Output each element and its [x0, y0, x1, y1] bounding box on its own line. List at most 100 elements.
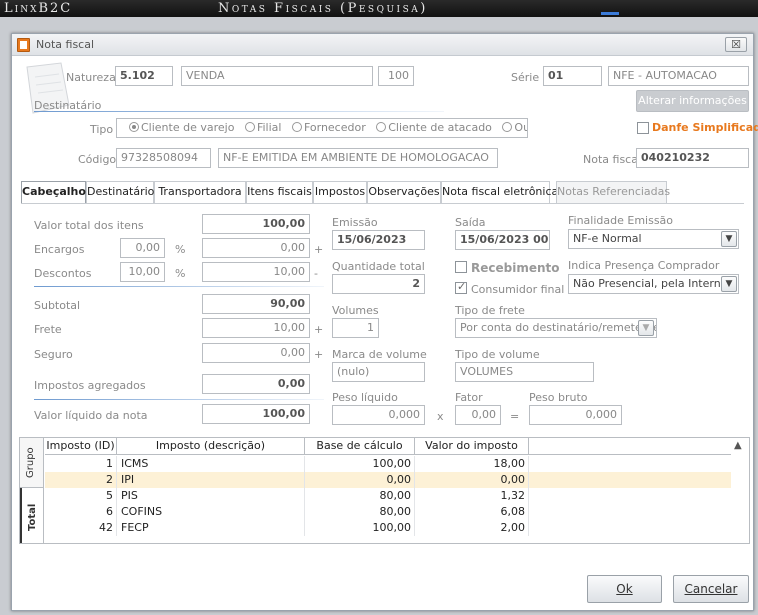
encargos-field[interactable]: 0,00 [202, 238, 310, 258]
cell-desc: ICMS [121, 456, 305, 472]
tipo-radio-fornecedor[interactable]: Fornecedor [291, 121, 366, 134]
encargos-pct-field[interactable]: 0,00 [120, 238, 165, 258]
radio-icon [376, 122, 387, 132]
subtotal-divider [34, 286, 324, 287]
header-imposto-id[interactable]: Imposto (ID) [45, 438, 117, 455]
equals-symbol: = [510, 410, 520, 423]
tab-transportadora[interactable]: Transportadora [154, 181, 246, 203]
seguro-field[interactable]: 0,00 [202, 343, 310, 363]
cell-base: 0,00 [305, 472, 415, 488]
emissao-field[interactable]: 15/06/2023 [332, 230, 425, 250]
tipo-radio-outro[interactable]: Outro [502, 121, 527, 134]
subtotal-field[interactable]: 90,00 [202, 294, 310, 314]
tipo-volume-label: Tipo de volume [455, 348, 540, 361]
tab-divider [21, 203, 744, 204]
tipo-radio-filial[interactable]: Filial [244, 121, 281, 134]
close-button[interactable]: ☒ [725, 37, 747, 52]
tab-destinatario[interactable]: Destinatário [86, 181, 154, 203]
tipo-radio-atacado[interactable]: Cliente de atacado [376, 121, 492, 134]
header-empty [529, 438, 731, 455]
tipo-radio-varejo[interactable]: Cliente de varejo [129, 121, 234, 134]
nota-fiscal-label: Nota fiscal [583, 153, 642, 166]
vtab-grupo[interactable]: Grupo [20, 438, 43, 488]
impostos-agregados-label: Impostos agregados [34, 379, 146, 392]
alterar-informacoes-button[interactable]: Alterar informações [636, 90, 749, 112]
header-imposto-descricao[interactable]: Imposto (descrição) [117, 438, 305, 455]
vtab-total[interactable]: Total [20, 488, 43, 543]
recebimento-label: Recebimento [471, 261, 560, 275]
peso-liquido-field[interactable]: 0,000 [332, 405, 425, 425]
chevron-down-icon[interactable]: ▼ [721, 231, 737, 247]
plus-symbol: + [314, 243, 324, 256]
cell-valor: 2,00 [415, 520, 529, 536]
ok-button[interactable]: Ok [587, 575, 662, 603]
plus-symbol: + [314, 323, 324, 336]
encargos-label: Encargos [34, 243, 85, 256]
natureza-code-field[interactable]: 5.102 [115, 66, 173, 86]
scroll-up-icon[interactable]: ▲ [734, 440, 742, 451]
table-row[interactable]: 1 ICMS 100,00 18,00 [45, 456, 731, 472]
impostos-agregados-field[interactable]: 0,00 [202, 374, 310, 394]
chevron-down-icon[interactable]: ▼ [721, 276, 737, 292]
header-accent [601, 12, 619, 15]
impostos-grid: Grupo Total Imposto (ID) Imposto (descri… [19, 437, 750, 544]
descontos-field[interactable]: 10,00 [202, 262, 310, 282]
tab-impostos[interactable]: Impostos [313, 181, 367, 203]
serie-code-field[interactable]: 01 [543, 66, 602, 86]
finalidade-emissao-label: Finalidade Emissão [568, 214, 674, 227]
serie-desc-field[interactable]: NFE - AUTOMACAO [608, 66, 749, 86]
header-valor-imposto[interactable]: Valor do imposto [415, 438, 529, 455]
table-row[interactable]: 42 FECP 100,00 2,00 [45, 520, 731, 536]
section-divider [34, 111, 444, 112]
presenca-comprador-select[interactable]: Não Presencial, pela Internet [568, 274, 739, 294]
descontos-pct-field[interactable]: 10,00 [120, 262, 165, 282]
recebimento-checkbox[interactable] [455, 261, 467, 273]
table-row[interactable]: 2 IPI 0,00 0,00 [45, 472, 731, 488]
tipo-volume-field[interactable]: VOLUMES [455, 362, 594, 382]
danfe-simplificado-checkbox[interactable] [637, 122, 649, 134]
tab-notas-referenciadas[interactable]: Notas Referenciadas [556, 181, 670, 203]
frete-field[interactable]: 10,00 [202, 318, 310, 338]
tab-nota-fiscal-eletronica[interactable]: Nota fiscal eletrônica [441, 181, 558, 203]
table-row[interactable]: 6 COFINS 80,00 6,08 [45, 504, 731, 520]
nota-fiscal-field[interactable]: 040210232 [636, 148, 749, 168]
consumidor-final-checkbox[interactable] [455, 280, 467, 294]
finalidade-emissao-select[interactable]: NF-e Normal [568, 229, 739, 249]
pct-symbol: % [175, 267, 186, 280]
codigo-label: Código [78, 153, 117, 166]
fator-field[interactable]: 0,00 [455, 405, 501, 425]
peso-bruto-field[interactable]: 0,000 [529, 405, 622, 425]
valor-liquido-field[interactable]: 100,00 [202, 404, 310, 424]
cell-valor: 0,00 [415, 472, 529, 488]
chevron-down-icon[interactable]: ▼ [638, 320, 654, 336]
quantidade-total-field[interactable]: 2 [332, 274, 425, 294]
cell-valor: 1,32 [415, 488, 529, 504]
natureza-number-field[interactable]: 100 [378, 66, 414, 86]
marca-volume-label: Marca de volume [332, 348, 427, 361]
header-base-calculo[interactable]: Base de cálculo [305, 438, 415, 455]
codigo-desc-field[interactable]: NF-E EMITIDA EM AMBIENTE DE HOMOLOGACAO [218, 148, 498, 168]
tipo-frete-select[interactable]: Por conta do destinatário/remetente [455, 318, 657, 338]
cancelar-button[interactable]: Cancelar [673, 575, 749, 603]
nota-fiscal-dialog: Nota fiscal ☒ Natureza 5.102 VENDA 100 S… [11, 33, 758, 611]
tab-observacoes[interactable]: Observações [367, 181, 441, 203]
volumes-label: Volumes [332, 304, 379, 317]
tipo-label: Tipo [90, 123, 114, 136]
saida-field[interactable]: 15/06/2023 00:0 [455, 230, 550, 250]
ok-label: Ok [616, 582, 633, 596]
document-icon [17, 38, 30, 52]
radio-icon [291, 122, 302, 132]
tab-itens-fiscais[interactable]: Itens fiscais [246, 181, 313, 203]
tab-cabecalho[interactable]: Cabeçalho [21, 181, 86, 204]
table-row[interactable]: 5 PIS 80,00 1,32 [45, 488, 731, 504]
cell-valor: 18,00 [415, 456, 529, 472]
peso-liquido-label: Peso líquido [332, 391, 398, 404]
valor-total-field[interactable]: 100,00 [202, 214, 310, 234]
presenca-comprador-label: Indica Presença Comprador [568, 259, 720, 272]
marca-volume-field[interactable]: (nulo) [332, 362, 425, 382]
plus-symbol: + [314, 348, 324, 361]
volumes-field[interactable]: 1 [332, 318, 379, 338]
codigo-field[interactable]: 97328508094 [116, 148, 211, 168]
app-header: LinxB2C Notas Fiscais (Pesquisa) [0, 0, 758, 17]
natureza-desc-field[interactable]: VENDA [181, 66, 373, 86]
